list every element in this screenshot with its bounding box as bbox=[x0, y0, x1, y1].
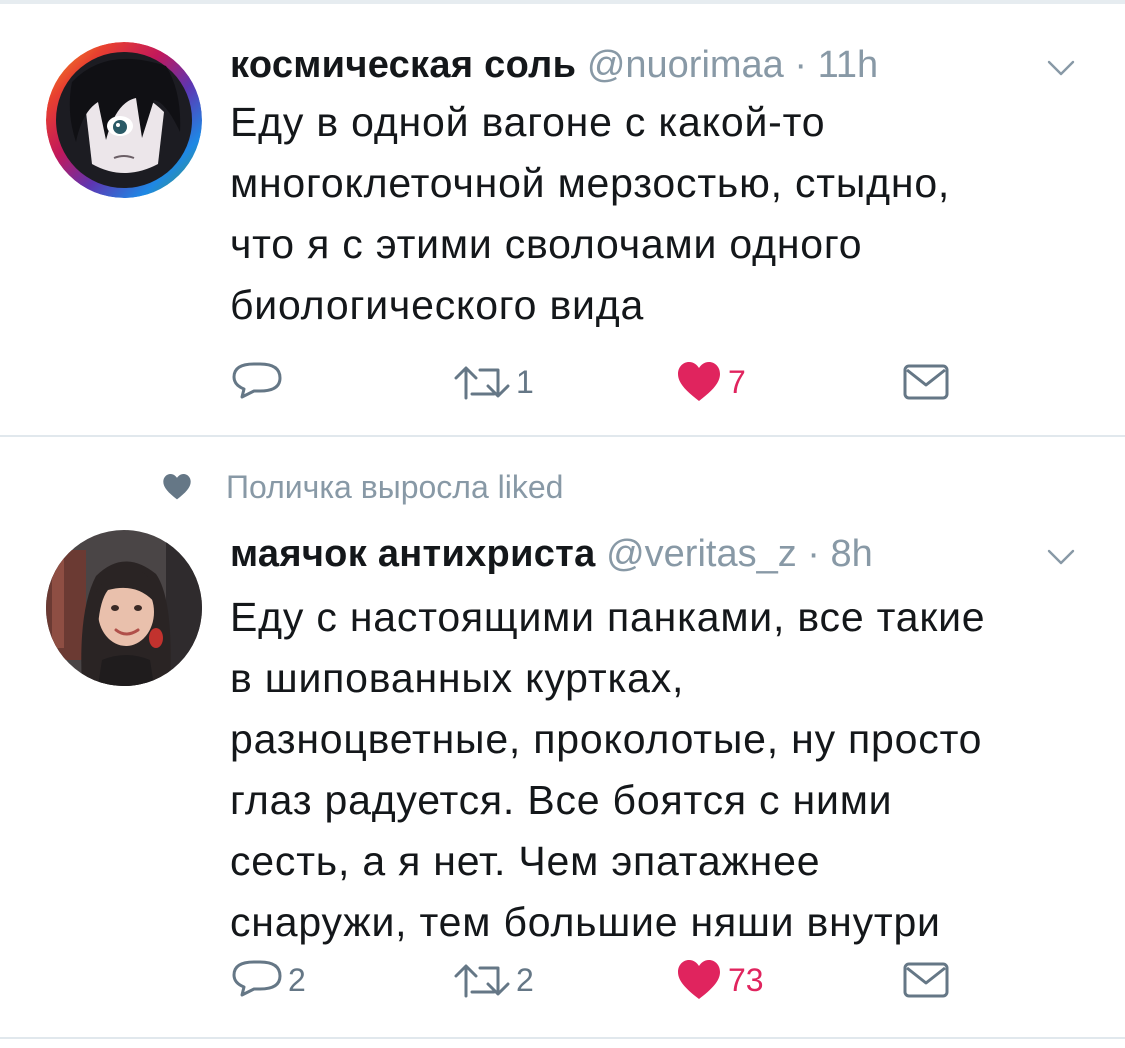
direct-message-button[interactable] bbox=[902, 955, 950, 1005]
like-button[interactable]: 73 bbox=[676, 955, 764, 1005]
tweet-text-line: что я с этими сволочами одного bbox=[230, 221, 863, 267]
display-name[interactable]: маячок антихриста bbox=[230, 533, 596, 575]
heart-icon bbox=[162, 470, 192, 500]
avatar[interactable] bbox=[46, 42, 202, 198]
tweet-text-line: биологического вида bbox=[230, 282, 645, 328]
timestamp[interactable]: 8h bbox=[831, 533, 873, 575]
heart-icon bbox=[678, 960, 720, 999]
tweet-text-line: в шипованных куртках, bbox=[230, 655, 685, 701]
retweet-button[interactable]: 2 bbox=[452, 955, 534, 1005]
tweet-text-line: Еду с настоящими панками, все такие bbox=[230, 594, 986, 640]
reply-button[interactable]: 2 bbox=[230, 955, 306, 1005]
tweet-divider bbox=[0, 1037, 1125, 1039]
avatar[interactable] bbox=[46, 530, 202, 686]
envelope-icon bbox=[903, 962, 949, 998]
tweet-header: космическая соль @nuorimaa · 11h bbox=[230, 42, 878, 88]
tweet-text-line: разноцветные, проколотые, ну просто bbox=[230, 716, 983, 762]
heart-icon bbox=[678, 362, 720, 401]
separator-dot: · bbox=[807, 533, 820, 575]
tweet-text-line: многоклеточной мерзостью, стыдно, bbox=[230, 160, 951, 206]
retweet-button[interactable]: 1 bbox=[452, 357, 534, 407]
reply-count: 2 bbox=[288, 961, 306, 998]
tweet-actions: 1 7 bbox=[0, 357, 1125, 407]
separator-dot: · bbox=[794, 44, 808, 86]
reply-icon bbox=[232, 362, 282, 399]
tweet-text-line: сесть, а я нет. Чем эпатажнее bbox=[230, 838, 821, 884]
tweet-text-line: Еду в одной вагоне с какой-то bbox=[230, 99, 826, 145]
tweet-header: маячок антихриста @veritas_z · 8h bbox=[230, 531, 873, 577]
retweet-count: 2 bbox=[516, 961, 534, 998]
social-context-text: Поличка выросла liked bbox=[226, 469, 564, 505]
tweet-actions: 2 2 73 bbox=[0, 955, 1125, 1005]
direct-message-button[interactable] bbox=[902, 357, 950, 407]
envelope-icon bbox=[903, 364, 949, 400]
like-count: 73 bbox=[728, 961, 764, 998]
chevron-down-icon[interactable] bbox=[1046, 58, 1076, 78]
retweet-count: 1 bbox=[516, 363, 534, 400]
reply-button[interactable] bbox=[230, 357, 288, 407]
user-handle[interactable]: @nuorimaa bbox=[587, 44, 784, 86]
tweet[interactable]: космическая соль @nuorimaa · 11h Еду в о… bbox=[0, 4, 1125, 435]
tweet-text: Еду в одной вагоне с какой-то многоклето… bbox=[230, 92, 1110, 336]
user-handle[interactable]: @veritas_z bbox=[606, 533, 797, 575]
timestamp[interactable]: 11h bbox=[818, 44, 879, 86]
retweet-icon bbox=[454, 964, 510, 998]
like-button[interactable]: 7 bbox=[676, 357, 746, 407]
reply-icon bbox=[232, 960, 282, 997]
tweet-text: Еду с настоящими панками, все такие в ши… bbox=[230, 587, 1110, 953]
display-name[interactable]: космическая соль bbox=[230, 44, 576, 86]
chevron-down-icon[interactable] bbox=[1046, 547, 1076, 567]
social-context[interactable]: Поличка выросла liked bbox=[162, 467, 563, 507]
tweet-text-line: глаз радуется. Все боятся с ними bbox=[230, 777, 893, 823]
retweet-icon bbox=[454, 366, 510, 400]
like-count: 7 bbox=[728, 363, 746, 400]
tweet[interactable]: Поличка выросла liked маячок антихриста … bbox=[0, 437, 1125, 1037]
tweet-text-line: снаружи, тем большие няши внутри bbox=[230, 899, 941, 945]
